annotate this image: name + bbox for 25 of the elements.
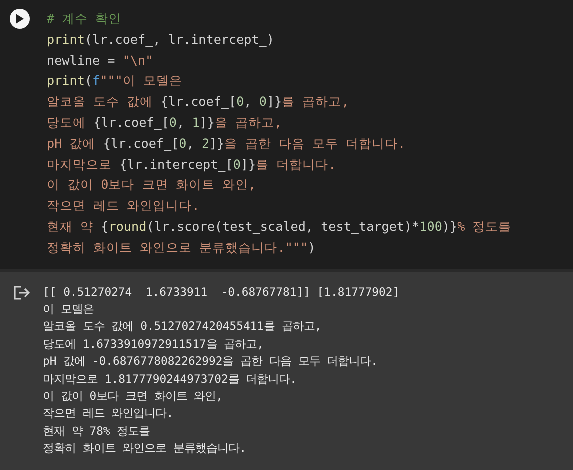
output-line: [[ 0.51270274 1.6733911 -0.68767781]] [1.81777902] <box>43 284 400 301</box>
code-line: print(lr.coef_, lr.intercept_) <box>47 30 276 49</box>
code-line: 현재 약 {round(lr.score(test_scaled, test_target)*100)}% 정도를 <box>47 218 512 236</box>
code-line: print(f"""이 모델은 <box>47 72 184 90</box>
output-line: 정확히 화이트 와인으로 분류했습니다. <box>43 440 248 458</box>
output-line: pH 값에 -0.6876778082262992을 곱한 다음 모두 더합니다. <box>43 353 380 370</box>
code-line: 당도에 {lr.coef_[0, 1]}을 곱하고, <box>47 114 284 132</box>
code-line: 작으면 레드 와인입니다. <box>47 197 201 216</box>
code-line: # 계수 확인 <box>47 10 123 28</box>
output-icon <box>14 286 30 300</box>
output-line: 알코올 도수 값에 0.5127027420455411를 곱하고, <box>43 318 323 336</box>
code-line: 정확히 화이트 와인으로 분류했습니다.""") <box>47 238 317 257</box>
run-button[interactable] <box>10 9 30 29</box>
code-line: newline = "\n" <box>47 52 154 70</box>
output-line: 현재 약 78% 정도를 <box>43 422 152 440</box>
output-line: 이 모델은 <box>43 300 95 318</box>
code-line: 알코올 도수 값에 {lr.coef_[0, 0]}를 곱하고, <box>47 93 350 112</box>
code-line: 이 값이 0보다 크면 화이트 와인, <box>47 176 258 194</box>
output-line: 이 값이 0보다 크면 화이트 와인, <box>43 388 224 405</box>
play-icon <box>16 14 24 24</box>
code-line: pH 값에 {lr.coef_[0, 2]}을 곱한 다음 모두 더합니다. <box>47 134 407 153</box>
output-line: 마지막으로 1.8177790244973702를 더합니다. <box>43 370 298 388</box>
output-line: 당도에 1.6733910972911517을 곱하고, <box>43 336 266 353</box>
output-line: 작으면 레드 와인입니다. <box>43 405 175 422</box>
code-line: 마지막으로 {lr.intercept_[0]}를 더합니다. <box>47 156 338 174</box>
